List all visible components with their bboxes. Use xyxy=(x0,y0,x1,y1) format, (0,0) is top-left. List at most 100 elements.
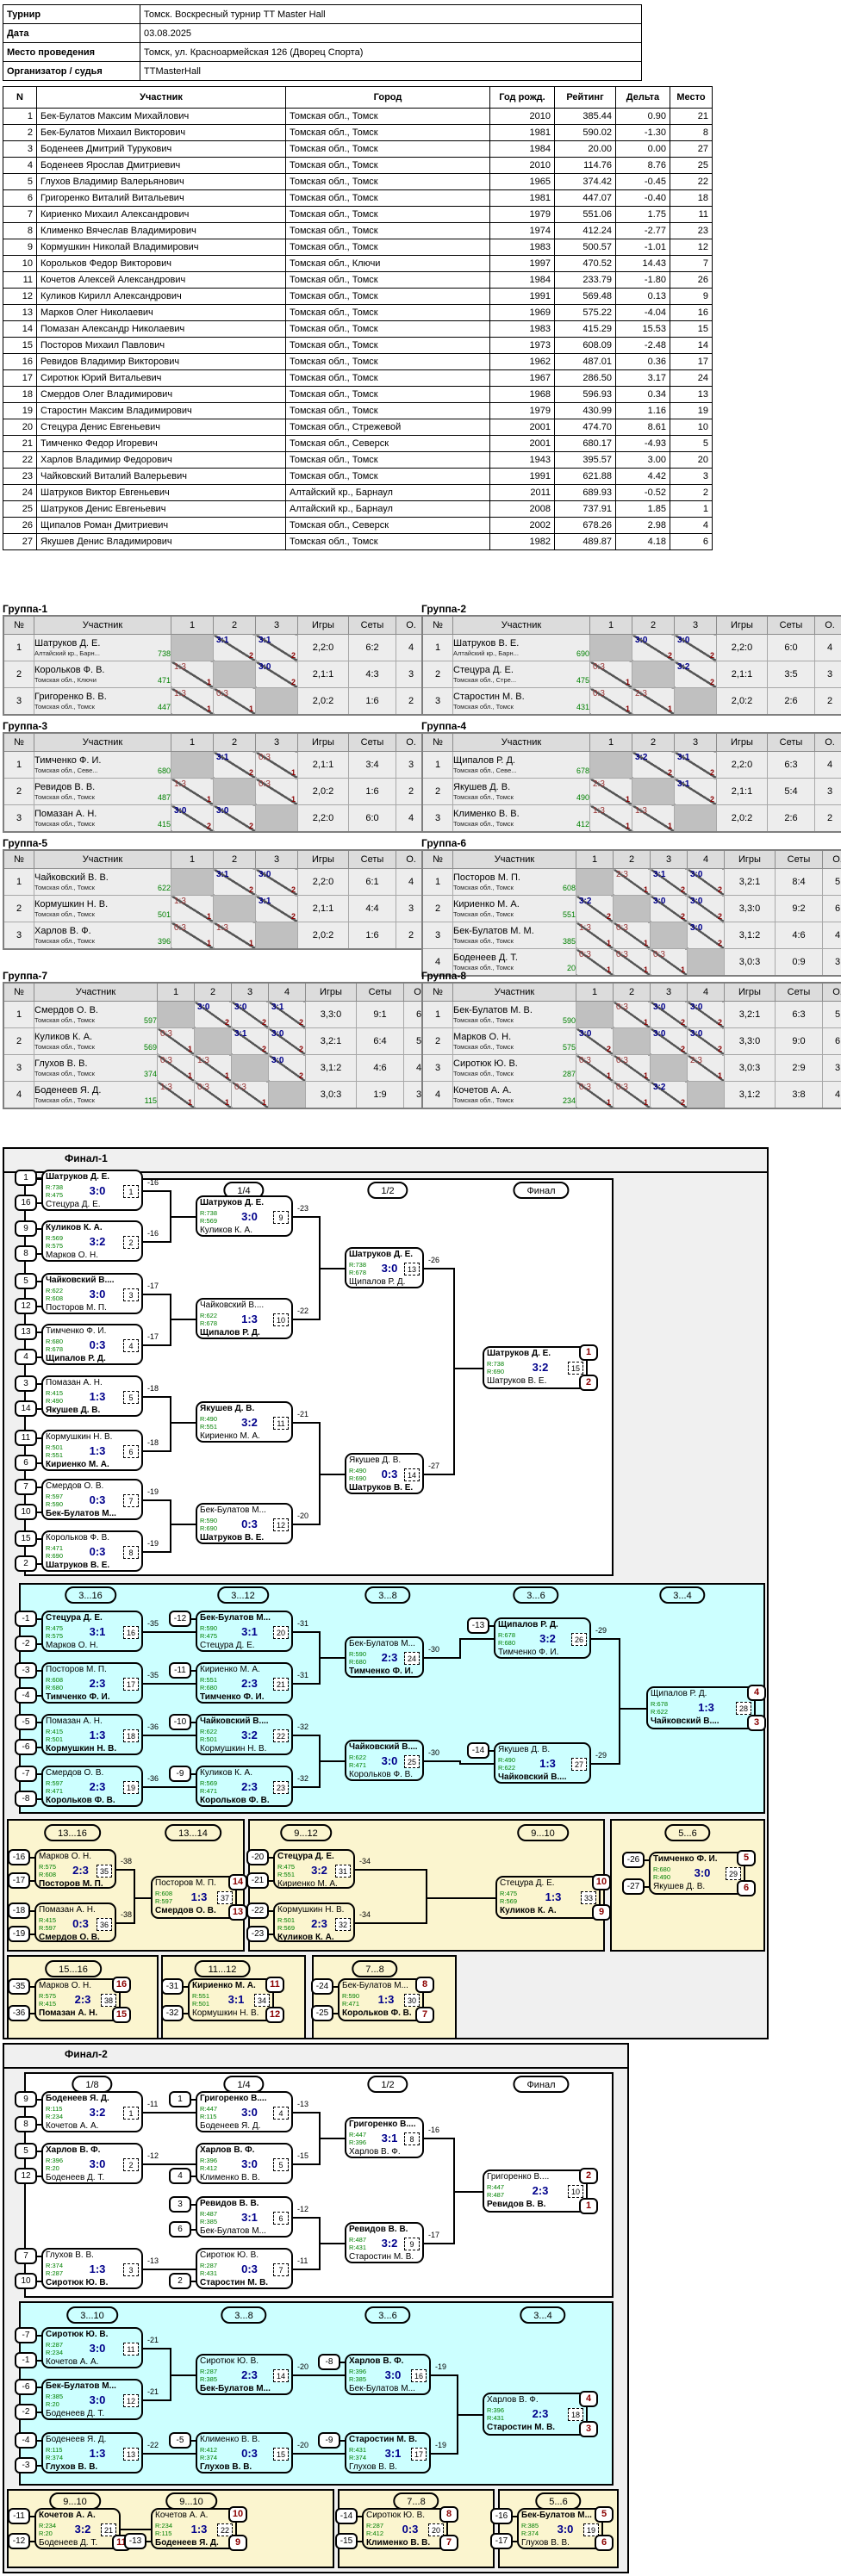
group-self-cell xyxy=(576,1001,614,1028)
player-rating-top: R:415 xyxy=(46,1728,64,1735)
match-box: Харлов В. Ф. R:396 R:431 2:3 18 Старостин М. … xyxy=(483,2393,588,2436)
group-score: 0:3 xyxy=(616,1056,628,1065)
participant-row: 1 Бек-Булатов Максим Михайлович Томская об… xyxy=(3,108,713,125)
connector-line xyxy=(453,2191,483,2193)
group-score: 3:2 xyxy=(635,753,648,762)
group-games: 2,1:1 xyxy=(297,751,349,779)
group-header-cell: Участник xyxy=(452,849,576,869)
match-number: 14 xyxy=(273,2368,289,2382)
seed-badge: -22 xyxy=(246,1903,269,1919)
participant-delta: -4.04 xyxy=(615,304,670,321)
player-name-top: Старостин М. В. xyxy=(349,2435,418,2444)
match-middle: R:115 R:234 3:2 1 xyxy=(46,2104,139,2121)
participant-place: 19 xyxy=(670,402,713,419)
group-games: 2,1:1 xyxy=(297,895,349,922)
match-number: 22 xyxy=(273,1729,289,1742)
info-label: Организатор / судья xyxy=(3,61,140,81)
round-pill: 9...10 xyxy=(165,2492,217,2510)
group-player-cell: Кочетов А. А. Томская обл., Томск 234 xyxy=(452,1081,576,1109)
match-number: 28 xyxy=(736,1701,751,1715)
player-rating-bottom: R:575 xyxy=(46,1632,64,1640)
match-score: 3:0 xyxy=(89,2157,106,2170)
group-self-cell xyxy=(650,1054,688,1082)
group-header-cell: 3 xyxy=(231,982,269,1002)
group-sets: 2:6 xyxy=(767,804,815,833)
player-rating-bottom: R:374 xyxy=(200,2454,218,2461)
seed-badge: -32 xyxy=(161,2005,184,2021)
player-rating-bottom: R:608 xyxy=(39,1871,57,1878)
player-rating-top: R:608 xyxy=(46,1676,64,1684)
player-ratings: R:569 R:471 xyxy=(200,1779,226,1795)
match-score: 3:0 xyxy=(241,1210,258,1223)
participant-rating: 737.91 xyxy=(554,500,616,518)
group-score: 3:1 xyxy=(677,753,690,762)
player-name-bottom: Бек-Булатов М... xyxy=(349,2384,415,2393)
loser-destination-ref: -32 xyxy=(297,1774,309,1783)
player-rating-top: R:597 xyxy=(46,1779,64,1787)
participant-delta: -1.30 xyxy=(615,124,670,141)
group-self-cell xyxy=(255,922,298,950)
match-score: 3:0 xyxy=(694,1866,711,1879)
group-player-name: Старостин М. В. xyxy=(453,691,525,702)
group-self-cell xyxy=(157,1001,195,1028)
round-pill: 1/2 xyxy=(367,2076,408,2093)
player-rating-bottom: R:412 xyxy=(200,2164,218,2172)
player-name-top: Григоренко В.... xyxy=(200,2094,267,2103)
connector-line xyxy=(340,2362,345,2363)
loser-destination-ref: -21 xyxy=(147,2387,159,2396)
group-games: 2,2:0 xyxy=(716,634,768,661)
group-score-points: 1 xyxy=(643,965,648,974)
connector-line xyxy=(143,1499,170,1501)
group-header-cell: Участник xyxy=(34,615,171,635)
match-box: Чайковский В.... R:622 R:678 1:3 10 Щипалов Р… xyxy=(196,1298,293,1339)
match-box: Бек-Булатов М... R:385 R:374 3:0 19 Глухов В.… xyxy=(517,2508,603,2549)
group-player-sub: Томская обл., Севе... 678 xyxy=(454,767,589,775)
group-score-points: 1 xyxy=(625,678,630,686)
group-row-number: 4 xyxy=(421,1081,453,1109)
participant-birth-year: 1979 xyxy=(489,206,555,223)
player-name-top: Якушев Д. В. xyxy=(498,1745,551,1754)
player-name-top: Глухов В. В. xyxy=(46,2250,94,2260)
round-pill: 9...10 xyxy=(517,1824,569,1841)
player-rating-top: R:622 xyxy=(349,1754,367,1761)
match-number: 11 xyxy=(273,1416,289,1430)
player-rating-top: R:287 xyxy=(200,2262,218,2269)
group-score-cell: 0:3 1 xyxy=(255,751,298,779)
player-name-bottom: Ревидов В. В. xyxy=(487,2200,546,2209)
group-score: 3:0 xyxy=(579,1029,592,1039)
match-number: 25 xyxy=(404,1754,420,1768)
connector-line xyxy=(169,1396,171,1452)
player-name-bottom: Шатруков В. Е. xyxy=(200,1533,265,1542)
group-games: 3,2:1 xyxy=(724,868,776,896)
group-row-number: 1 xyxy=(421,634,453,661)
group-player-cell: Посторов М. П. Томская обл., Томск 608 xyxy=(452,868,576,896)
participant-name: Куликов Кирилл Александрович xyxy=(36,288,286,305)
connector-line xyxy=(143,1294,170,1295)
group-header-cell: 4 xyxy=(687,982,725,1002)
group-row-number: 2 xyxy=(421,895,453,922)
player-name-bottom: Глухов В. В. xyxy=(349,2462,397,2472)
group-player-cell: Марков О. Н. Томская обл., Томск 575 xyxy=(452,1027,576,1055)
group-player-name: Кириенко М. А. xyxy=(453,898,520,909)
participant-rating: 596.93 xyxy=(554,386,616,403)
round-pill: 1/2 xyxy=(367,1182,408,1199)
match-middle: R:597 R:471 2:3 19 xyxy=(46,1778,139,1796)
player-name-bottom: Боденеев Д. Т. xyxy=(46,2409,105,2418)
group-header-cell: О. xyxy=(822,982,841,1002)
group-self-cell xyxy=(674,687,717,716)
player-rating-bottom: R:680 xyxy=(46,1684,64,1691)
group-row: 2 Якушев Д. В. Томская обл., Томск 490 2:3 1 3… xyxy=(421,778,841,805)
player-ratings: R:575 R:415 xyxy=(39,1992,65,2008)
match-middle: R:590 R:680 2:3 24 xyxy=(349,1649,420,1667)
match-middle: R:415 R:597 0:3 36 xyxy=(39,1915,112,1933)
player-name-top: Бек-Булатов М... xyxy=(46,2381,116,2391)
participant-place: 3 xyxy=(670,468,713,485)
participant-delta: 4.18 xyxy=(615,533,670,550)
participant-row: 15 Посторов Михаил Павлович Томская обл., … xyxy=(3,337,713,354)
group-score: 3:1 xyxy=(216,636,229,645)
connector-line xyxy=(425,1897,495,1899)
connector-line xyxy=(355,1922,426,1924)
seed-badge: -14 xyxy=(335,2508,358,2524)
participant-birth-year: 1973 xyxy=(489,337,555,354)
group-score-points: 2 xyxy=(709,678,714,686)
